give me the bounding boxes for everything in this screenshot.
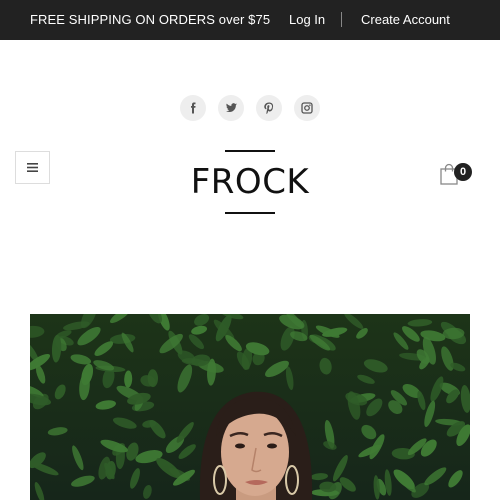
top-announcement-bar: FREE SHIPPING ON ORDERS over $75 Log In … xyxy=(0,0,500,40)
hero-image xyxy=(30,314,470,500)
free-shipping-promo: FREE SHIPPING ON ORDERS over $75 xyxy=(30,12,271,27)
social-links xyxy=(180,95,320,121)
site-logo[interactable]: FROCK xyxy=(186,150,314,214)
menu-toggle-button[interactable] xyxy=(15,151,50,184)
facebook-icon[interactable] xyxy=(180,95,206,121)
cart-button[interactable]: 0 xyxy=(440,160,474,186)
twitter-icon[interactable] xyxy=(218,95,244,121)
create-account-link[interactable]: Create Account xyxy=(361,12,450,27)
instagram-icon[interactable] xyxy=(294,95,320,121)
logo-rule-bottom xyxy=(225,212,275,214)
cart-count-badge: 0 xyxy=(454,163,472,181)
logo-text: FROCK xyxy=(190,162,310,202)
pinterest-icon[interactable] xyxy=(256,95,282,121)
logo-rule-top xyxy=(225,150,275,152)
hamburger-icon xyxy=(27,160,38,175)
hero-banner[interactable] xyxy=(30,314,470,500)
login-link[interactable]: Log In xyxy=(289,12,325,27)
topbar-divider xyxy=(341,12,342,27)
